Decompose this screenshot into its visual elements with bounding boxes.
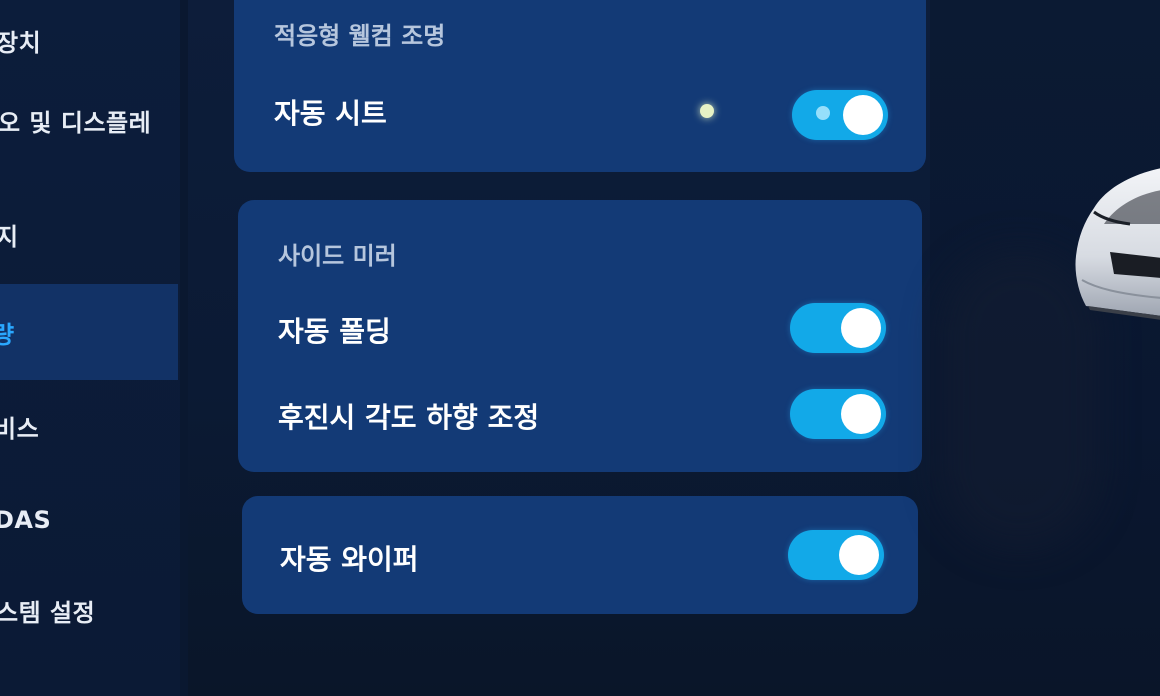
auto-wiper-toggle[interactable]: [788, 530, 884, 580]
auto-seat-label: 자동 시트: [274, 97, 387, 130]
sidebar-item-label: 장치: [0, 28, 42, 57]
sidebar-item-adas[interactable]: DAS: [0, 472, 178, 568]
card-title: 적응형 웰컴 조명: [274, 22, 446, 50]
light-glare: [700, 104, 714, 118]
auto-folding-label: 자동 폴딩: [278, 315, 391, 348]
reverse-tilt-toggle[interactable]: [790, 389, 886, 439]
mirror-card: 사이드 미러 자동 폴딩 후진시 각도 하향 조정: [238, 200, 922, 472]
sidebar-item-label: 지: [0, 222, 19, 251]
sidebar-item-vehicle[interactable]: 량: [0, 284, 178, 380]
sidebar-item-label: 오 및 디스플레: [0, 108, 152, 137]
sidebar-item-audio-display[interactable]: 오 및 디스플레: [0, 72, 178, 168]
car-front-image: [1075, 168, 1160, 320]
sidebar-item-label: DAS: [0, 506, 52, 534]
toggle-knob: [839, 535, 879, 575]
sidebar-item-label: 스템 설정: [0, 598, 96, 627]
sidebar-item-label: 량: [0, 320, 15, 349]
toggle-knob: [843, 95, 883, 135]
wiper-card: 자동 와이퍼: [242, 496, 918, 614]
auto-seat-toggle[interactable]: [792, 90, 888, 140]
sidebar-item-3[interactable]: 지: [0, 186, 178, 282]
auto-wiper-label: 자동 와이퍼: [280, 543, 419, 576]
reverse-tilt-label: 후진시 각도 하향 조정: [278, 401, 540, 434]
sidebar-divider: [180, 0, 188, 696]
sidebar-item-system-settings[interactable]: 스템 설정: [0, 562, 178, 658]
sidebar-item-service[interactable]: 비스: [0, 378, 178, 474]
toggle-knob: [841, 394, 881, 434]
toggle-knob: [841, 308, 881, 348]
settings-screen: 장치 오 및 디스플레 지 량 비스 DAS 스템 설정 적응형 웰컴 조명 자…: [0, 0, 1160, 696]
settings-sidebar: 장치 오 및 디스플레 지 량 비스 DAS 스템 설정: [0, 0, 180, 696]
auto-folding-toggle[interactable]: [790, 303, 886, 353]
lighting-card: 적응형 웰컴 조명 자동 시트: [234, 0, 926, 172]
toggle-indicator-dot: [816, 106, 830, 120]
sidebar-item-label: 비스: [0, 414, 40, 443]
card-title: 사이드 미러: [278, 242, 397, 270]
